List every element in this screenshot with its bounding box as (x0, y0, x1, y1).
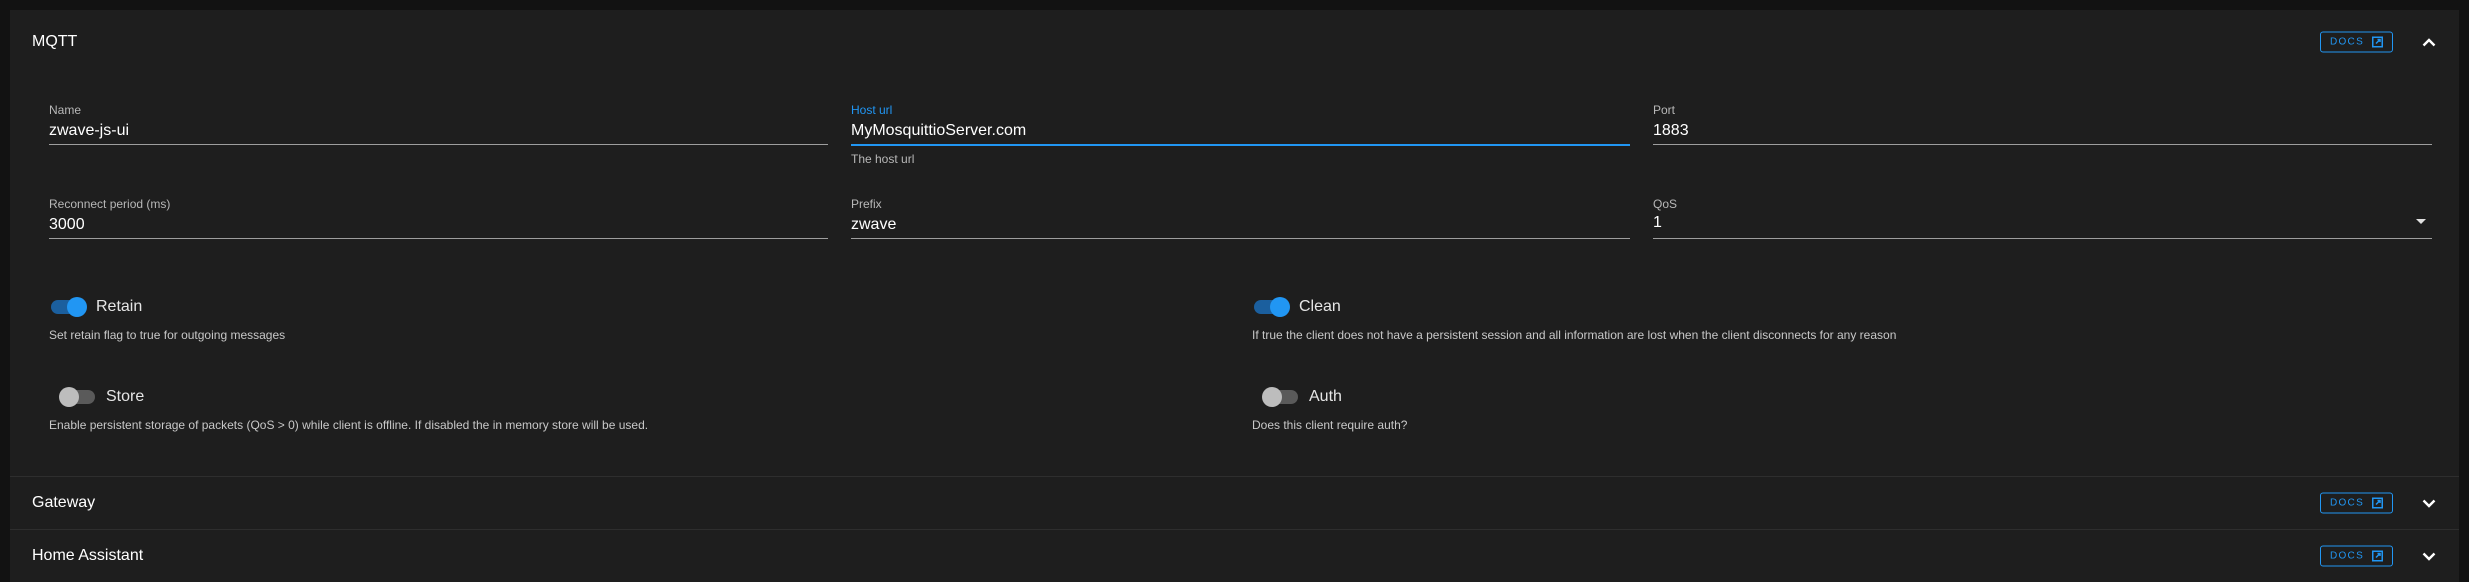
auth-description: Does this client require auth? (1252, 418, 1408, 432)
docs-button-label: DOCS (2329, 36, 2365, 48)
host-url-input[interactable] (851, 120, 1630, 142)
home-assistant-panel: Home Assistant DOCS (10, 529, 2459, 582)
retain-switch[interactable]: Retain (51, 297, 143, 317)
prefix-input[interactable] (851, 214, 1630, 236)
mqtt-docs-button[interactable]: DOCS (2320, 31, 2393, 53)
clean-switch[interactable]: Clean (1254, 297, 1341, 317)
open-in-new-icon (2372, 550, 2384, 562)
open-in-new-icon (2372, 36, 2384, 48)
menu-down-icon[interactable] (2416, 219, 2426, 224)
host-url-underline (851, 144, 1630, 146)
reconnect-period-underline (49, 238, 828, 239)
retain-label: Retain (96, 298, 143, 315)
switch-thumb[interactable] (67, 297, 87, 317)
chevron-down-icon[interactable] (2419, 546, 2439, 566)
panel-title: MQTT (32, 33, 78, 50)
chevron-up-icon[interactable] (2419, 32, 2439, 52)
panel-title: Gateway (32, 494, 96, 511)
gateway-panel: Gateway DOCS (10, 476, 2459, 529)
reconnect-period-label: Reconnect period (ms) (49, 197, 171, 211)
mqtt-panel-content: Name Host url The host url Port Reconnec… (10, 74, 2459, 476)
port-label: Port (1653, 103, 1676, 117)
auth-label: Auth (1309, 388, 1342, 405)
prefix-underline (851, 238, 1630, 239)
mqtt-panel-header[interactable]: MQTT DOCS (10, 10, 2459, 74)
gateway-docs-button[interactable]: DOCS (2320, 492, 2393, 514)
name-underline (49, 144, 828, 145)
switch-thumb[interactable] (1270, 297, 1290, 317)
switch-track[interactable] (59, 387, 95, 407)
clean-label: Clean (1299, 298, 1341, 315)
panel-title: Home Assistant (32, 547, 144, 564)
home-assistant-panel-header[interactable]: Home Assistant DOCS (10, 530, 2459, 582)
store-switch[interactable]: Store (59, 387, 145, 407)
prefix-label: Prefix (851, 197, 882, 211)
switch-thumb[interactable] (1262, 387, 1282, 407)
name-label: Name (49, 103, 82, 117)
home-assistant-docs-button[interactable]: DOCS (2320, 545, 2393, 567)
docs-button-label: DOCS (2329, 497, 2365, 509)
qos-label: QoS (1653, 197, 1678, 211)
host-url-hint: The host url (851, 152, 915, 166)
name-input[interactable] (49, 120, 828, 142)
switch-track[interactable] (1262, 387, 1298, 407)
reconnect-period-input[interactable] (49, 214, 828, 236)
open-in-new-icon (2372, 497, 2384, 509)
settings-panels: MQTT DOCS Name Host url (10, 10, 2459, 582)
port-input[interactable] (1653, 120, 2432, 142)
docs-button-label: DOCS (2329, 550, 2365, 562)
switch-track[interactable] (51, 297, 87, 317)
port-underline (1653, 144, 2432, 145)
store-description: Enable persistent storage of packets (Qo… (49, 418, 649, 432)
qos-value[interactable]: 1 (1653, 214, 2432, 236)
switch-track[interactable] (1254, 297, 1290, 317)
retain-description: Set retain flag to true for outgoing mes… (49, 328, 286, 342)
switch-thumb[interactable] (59, 387, 79, 407)
chevron-down-icon[interactable] (2419, 493, 2439, 513)
auth-switch[interactable]: Auth (1262, 387, 1342, 407)
store-label: Store (106, 388, 145, 405)
host-url-label: Host url (851, 103, 893, 117)
gateway-panel-header[interactable]: Gateway DOCS (10, 477, 2459, 529)
clean-description: If true the client does not have a persi… (1252, 328, 1897, 342)
mqtt-panel: MQTT DOCS Name Host url (10, 10, 2459, 476)
qos-underline (1653, 238, 2432, 239)
